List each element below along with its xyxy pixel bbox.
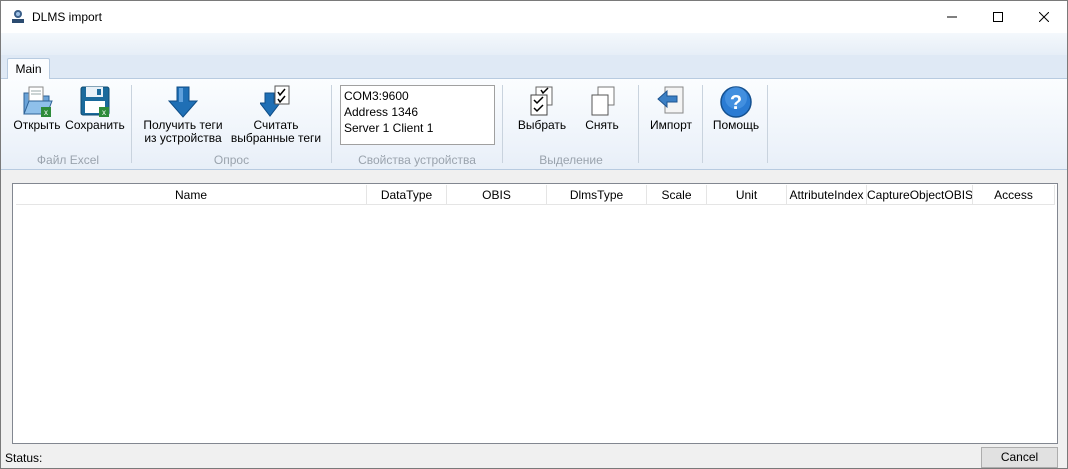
- device-port: COM3:9600: [344, 89, 409, 103]
- get-tags-button[interactable]: Получить теги из устройства: [141, 85, 225, 145]
- import-label: Импорт: [650, 118, 692, 132]
- import-button[interactable]: Импорт: [645, 85, 697, 132]
- maximize-icon: [993, 12, 1003, 22]
- tab-main[interactable]: Main: [7, 58, 50, 80]
- arrow-down-checklist-icon: [260, 85, 290, 117]
- group-label-excel: Файл Excel: [36, 153, 100, 167]
- read-label-line1: Считать: [253, 118, 299, 132]
- checklist-icon: [530, 86, 553, 116]
- title-bar: DLMS import: [1, 1, 1067, 33]
- read-selected-button[interactable]: Считать выбранные теги: [228, 85, 324, 145]
- deselect-label: Снять: [585, 118, 619, 132]
- maximize-button[interactable]: [975, 1, 1021, 33]
- ribbon-panel: x Открыть x Сохранить Файл Excel Получит…: [1, 79, 1067, 170]
- column-header-name[interactable]: Name: [16, 185, 367, 205]
- help-label: Помощь: [712, 118, 760, 132]
- group-label-device: Свойства устройства: [358, 153, 476, 167]
- open-folder-icon: x: [23, 86, 53, 117]
- device-address: Address 1346: [344, 105, 419, 119]
- cancel-button[interactable]: Cancel: [981, 447, 1058, 468]
- dlms-app-icon: [12, 10, 24, 23]
- select-button[interactable]: Выбрать: [514, 85, 570, 132]
- open-button[interactable]: x Открыть: [11, 85, 63, 132]
- help-icon: ?: [720, 86, 752, 118]
- unchecked-list-icon: [591, 86, 615, 116]
- tags-grid[interactable]: Name DataType OBIS DlmsType Scale Unit A…: [12, 183, 1058, 444]
- column-header-dlmstype[interactable]: DlmsType: [547, 185, 647, 205]
- column-header-attributeindex[interactable]: AttributeIndex: [787, 185, 867, 205]
- minimize-icon: [947, 16, 957, 18]
- quick-access-band: [1, 33, 1067, 55]
- column-header-obis[interactable]: OBIS: [447, 185, 547, 205]
- ribbon-tabstrip: [1, 55, 1067, 79]
- arrow-down-icon: [167, 86, 199, 118]
- group-separator: [702, 85, 703, 163]
- svg-text:x: x: [44, 108, 48, 117]
- get-tags-label-line1: Получить теги: [143, 118, 223, 132]
- read-label-line2: выбранные теги: [230, 131, 322, 145]
- column-header-datatype[interactable]: DataType: [367, 185, 447, 205]
- window-title: DLMS import: [32, 10, 103, 24]
- get-tags-label-line2: из устройства: [144, 131, 222, 145]
- open-label: Открыть: [13, 118, 61, 132]
- group-separator: [638, 85, 639, 163]
- save-button[interactable]: x Сохранить: [64, 85, 126, 132]
- grid-header: Name DataType OBIS DlmsType Scale Unit A…: [16, 185, 1055, 205]
- group-separator: [131, 85, 132, 163]
- close-icon: [1039, 12, 1049, 22]
- column-header-unit[interactable]: Unit: [707, 185, 787, 205]
- select-label: Выбрать: [517, 118, 567, 132]
- device-properties-box[interactable]: COM3:9600 Address 1346 Server 1 Client 1: [340, 85, 495, 145]
- save-label: Сохранить: [65, 118, 125, 132]
- help-button[interactable]: ? Помощь: [709, 85, 763, 132]
- group-separator: [767, 85, 768, 163]
- svg-text:x: x: [102, 108, 106, 117]
- group-separator: [502, 85, 503, 163]
- device-server-client: Server 1 Client 1: [344, 121, 434, 135]
- close-button[interactable]: [1021, 1, 1067, 33]
- import-arrow-icon: [657, 86, 684, 114]
- minimize-button[interactable]: [929, 1, 975, 33]
- column-header-scale[interactable]: Scale: [647, 185, 707, 205]
- group-label-poll: Опрос: [213, 153, 250, 167]
- group-label-selection: Выделение: [539, 153, 603, 167]
- save-disk-icon: x: [80, 86, 110, 117]
- status-label: Status:: [5, 451, 43, 465]
- app-window: DLMS import Main x Открыть x Сохранить Ф…: [0, 0, 1068, 469]
- deselect-button[interactable]: Снять: [576, 85, 628, 132]
- column-header-access[interactable]: Access: [973, 185, 1055, 205]
- svg-text:?: ?: [730, 92, 742, 114]
- column-header-captureobjectobis[interactable]: CaptureObjectOBIS: [867, 185, 973, 205]
- group-separator: [331, 85, 332, 163]
